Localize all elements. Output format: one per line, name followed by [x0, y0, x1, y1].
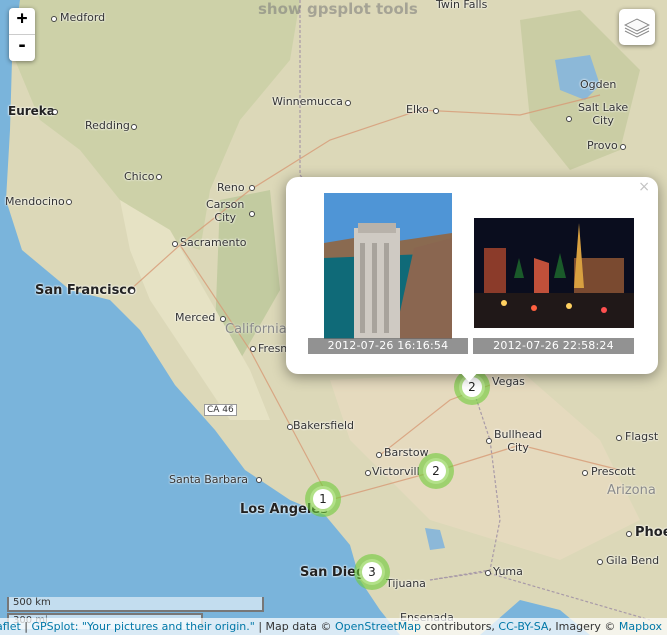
photo-thumbnail-hoover-dam[interactable] [324, 193, 452, 339]
attribution-separator: | [24, 620, 28, 633]
city-label-sacramento: Sacramento [180, 236, 247, 249]
cluster-count: 2 [426, 461, 446, 481]
city-marker [597, 559, 603, 565]
city-label-barstow: Barstow [384, 446, 429, 459]
city-label-twin-falls: Twin Falls [436, 0, 488, 11]
city-label-san-francisco: San Francisco [35, 283, 136, 298]
photo-thumbnail-las-vegas[interactable] [474, 218, 634, 328]
imagery-text: , Imagery © [548, 620, 616, 633]
city-label-redding: Redding [85, 119, 130, 132]
city-label-vegas: Vegas [492, 375, 525, 388]
city-marker [172, 241, 178, 247]
city-marker [52, 109, 58, 115]
city-label-fresno: Fresn [258, 342, 288, 355]
city-label-flagstaff: Flagst [625, 430, 659, 443]
openstreetmap-link[interactable]: OpenStreetMap [335, 620, 421, 633]
photo-cluster-marker[interactable]: 3 [354, 554, 390, 590]
map-data-text: | Map data © [258, 620, 332, 633]
hoover-dam-photo [324, 193, 452, 339]
photo-cluster-marker[interactable]: 2 [418, 453, 454, 489]
zoom-out-button[interactable]: - [9, 34, 35, 61]
road-shield-ca46: CA 46 [204, 404, 237, 416]
zoom-control: + - [9, 8, 35, 61]
region-label-arizona: Arizona [607, 483, 656, 498]
city-marker [620, 144, 626, 150]
city-label-gila-bend: Gila Bend [606, 554, 660, 567]
scale-bar-metric: 500 km [7, 597, 264, 612]
popup-close-button[interactable]: × [638, 179, 650, 195]
city-label-prescott: Prescott [591, 465, 636, 478]
leaflet-link[interactable]: Leaflet [0, 620, 21, 633]
city-marker [249, 211, 255, 217]
city-marker [156, 174, 162, 180]
city-label-phoenix: Phoenix [635, 525, 667, 540]
city-marker [376, 452, 382, 458]
city-label-medford: Medford [60, 11, 106, 24]
city-label-city: City [214, 211, 236, 224]
city-marker [129, 288, 135, 294]
city-label-santa-barbara: Santa Barbara [169, 473, 249, 486]
city-label-carson-city: Carson City [206, 198, 244, 224]
city-label-winnemucca: Winnemucca [272, 95, 343, 108]
city-label-bullhead: Bullhead [494, 428, 543, 441]
zoom-in-button[interactable]: + [9, 8, 35, 34]
city-marker [249, 185, 255, 191]
city-marker [486, 438, 492, 444]
city-label-ogden: Ogden [580, 78, 617, 91]
city-marker [616, 435, 622, 441]
city-label-yuma: Yuma [493, 565, 523, 578]
city-label-salt-lake-city: Salt Lake City [578, 101, 628, 127]
city-label-salt-lake: Salt Lake [578, 101, 629, 114]
cluster-count: 3 [362, 562, 382, 582]
city-label-chico: Chico [124, 170, 155, 183]
map-canvas[interactable]: show gpsplot tools Medford Twin Falls Eu… [0, 0, 667, 635]
city-label-mendocino: Mendocino [5, 195, 65, 208]
city-marker [250, 346, 256, 352]
city-label-bullhead-city: Bullhead City [494, 428, 542, 454]
las-vegas-photo [474, 218, 634, 328]
city-marker [582, 470, 588, 476]
city-label-city: City [507, 441, 529, 454]
photo-cluster-marker[interactable]: 1 [305, 481, 341, 517]
city-label-merced: Merced [175, 311, 216, 324]
photo-timestamp: 2012-07-26 22:58:24 [473, 338, 634, 354]
city-marker [51, 16, 57, 22]
photo-timestamp: 2012-07-26 16:16:54 [308, 338, 468, 354]
city-label-victorville: Victorvill [372, 465, 420, 478]
city-marker [66, 199, 72, 205]
city-label-bakersfield: Bakersfield [293, 419, 355, 432]
popup-tip [458, 370, 480, 382]
city-marker [345, 100, 351, 106]
city-label-tijuana: Tijuana [386, 577, 426, 590]
gpsplot-link[interactable]: GPSplot: "Your pictures and their origin… [32, 620, 255, 633]
city-label-reno: Reno [217, 181, 245, 194]
city-marker [433, 108, 439, 114]
show-gpsplot-tools-link[interactable]: show gpsplot tools [258, 0, 418, 18]
city-marker [256, 477, 262, 483]
photo-popup: × 2012-07-26 16:16:54 2012-07-26 22:58:2… [286, 177, 658, 374]
license-link[interactable]: CC-BY-SA [498, 620, 548, 633]
city-marker [365, 470, 371, 476]
layers-icon [624, 18, 650, 38]
city-marker [566, 116, 572, 122]
city-marker [131, 124, 137, 130]
layers-control-button[interactable] [619, 9, 655, 45]
city-marker [485, 570, 491, 576]
city-label-eureka: Eureka [8, 104, 55, 118]
city-label-provo: Provo [587, 139, 618, 152]
cluster-count: 1 [313, 489, 333, 509]
mapbox-link[interactable]: Mapbox [619, 620, 662, 633]
city-label-carson: Carson [206, 198, 245, 211]
attribution-bar: Leaflet | GPSplot: "Your pictures and th… [0, 618, 667, 635]
contributors-text: contributors, [424, 620, 495, 633]
city-label-elko: Elko [406, 103, 429, 116]
city-marker [626, 531, 632, 537]
city-label-city: City [592, 114, 614, 127]
region-label-california: California [225, 322, 287, 337]
